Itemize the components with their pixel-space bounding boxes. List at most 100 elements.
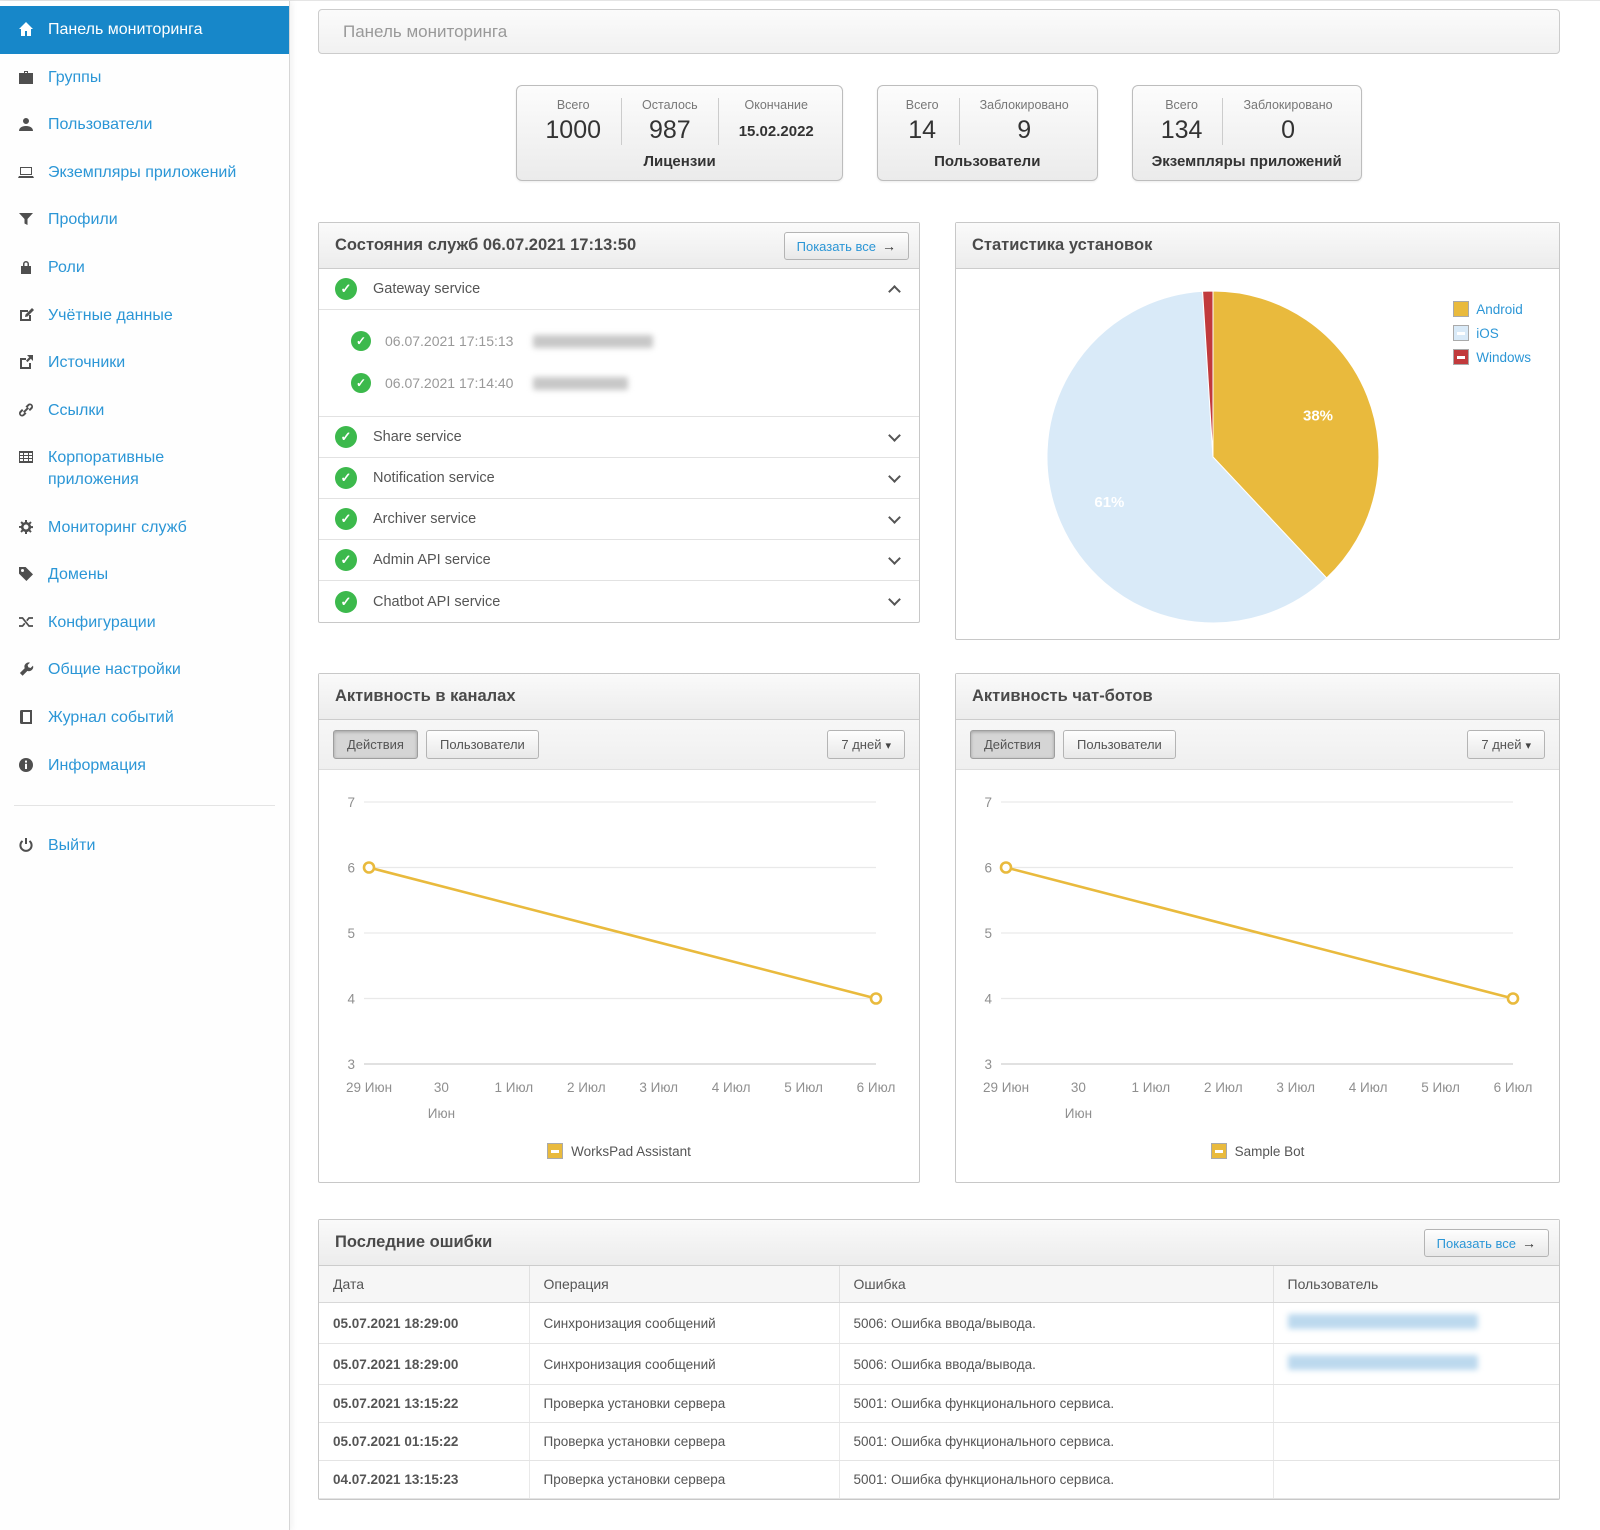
sidebar-item-label: Корпоративные приложения: [48, 447, 248, 490]
chart-legend: WorksPad Assistant: [319, 1143, 919, 1159]
table-row: 05.07.2021 13:15:22 Проверка установки с…: [319, 1385, 1559, 1423]
sidebar-item-corporate-apps[interactable]: Корпоративные приложения: [0, 434, 289, 503]
laptop-icon: [18, 164, 34, 180]
table-header-row: Дата Операция Ошибка Пользователь: [319, 1266, 1559, 1303]
service-row-notification[interactable]: ✓ Notification service: [319, 458, 919, 499]
error-date-link[interactable]: 04.07.2021 13:15:23: [319, 1461, 529, 1499]
arrow-right-icon: →: [1522, 1235, 1536, 1251]
error-message: 5001: Ошибка функционального сервиса.: [839, 1461, 1273, 1499]
home-icon: [18, 21, 34, 37]
sidebar-item-label: Источники: [48, 352, 125, 374]
sidebar-item-logout[interactable]: Выйти: [0, 822, 289, 870]
entry-time: 06.07.2021 17:15:13: [385, 333, 513, 349]
svg-text:4: 4: [347, 992, 355, 1007]
sidebar-item-general-settings[interactable]: Общие настройки: [0, 646, 289, 694]
edit-icon: [18, 307, 34, 323]
metric-label: Всего: [906, 98, 939, 112]
sidebar-item-app-instances[interactable]: Экземпляры приложений: [0, 149, 289, 197]
sidebar-item-users[interactable]: Пользователи: [0, 101, 289, 149]
period-dropdown[interactable]: 7 дней▾: [1467, 730, 1545, 759]
metric-value: 15.02.2022: [739, 116, 814, 140]
sidebar-item-information[interactable]: Информация: [0, 742, 289, 790]
panel-title: Последние ошибки: [335, 1233, 492, 1252]
table-row: 05.07.2021 18:29:00 Синхронизация сообще…: [319, 1344, 1559, 1385]
show-all-errors-button[interactable]: Показать все→: [1424, 1229, 1549, 1257]
error-user: [1273, 1423, 1559, 1461]
legend-swatch: [547, 1143, 563, 1159]
redacted-host: [533, 377, 628, 390]
legend-label: WorksPad Assistant: [571, 1144, 691, 1159]
metric-label: Осталось: [642, 98, 698, 112]
service-row-share[interactable]: ✓ Share service: [319, 417, 919, 458]
service-row-admin-api[interactable]: ✓ Admin API service: [319, 540, 919, 581]
recent-errors-panel: Последние ошибки Показать все→ Дата Опер…: [318, 1219, 1560, 1500]
sidebar-item-links[interactable]: Ссылки: [0, 387, 289, 435]
service-row-gateway[interactable]: ✓ Gateway service: [319, 269, 919, 310]
wrench-icon: [18, 661, 34, 677]
error-date-link[interactable]: 05.07.2021 13:15:22: [319, 1385, 529, 1423]
service-name: Notification service: [373, 470, 890, 486]
svg-text:3: 3: [347, 1057, 355, 1072]
error-user: [1273, 1385, 1559, 1423]
error-date-link[interactable]: 05.07.2021 01:15:22: [319, 1423, 529, 1461]
legend-item-windows: Windows: [1453, 349, 1531, 365]
service-row-chatbot-api[interactable]: ✓ Chatbot API service: [319, 581, 919, 622]
metric-label: Заблокировано: [1243, 98, 1332, 112]
stat-card-title: Экземпляры приложений: [1141, 153, 1353, 170]
export-icon: [18, 354, 34, 370]
column-header-user: Пользователь: [1273, 1266, 1559, 1303]
svg-text:6 Июл: 6 Июл: [1494, 1080, 1533, 1095]
sidebar-item-domains[interactable]: Домены: [0, 551, 289, 599]
sidebar-item-label: Экземпляры приложений: [48, 162, 236, 184]
metric-label: Всего: [545, 98, 601, 112]
metric-value: 9: [980, 116, 1069, 145]
sidebar-item-credentials[interactable]: Учётные данные: [0, 292, 289, 340]
show-all-services-button[interactable]: Показать все→: [784, 232, 909, 260]
error-operation: Проверка установки сервера: [529, 1461, 839, 1499]
legend-item-ios: iOS: [1453, 325, 1531, 341]
svg-text:5: 5: [347, 926, 355, 941]
sidebar-item-service-monitoring[interactable]: Мониторинг служб: [0, 504, 289, 552]
metric-label: Заблокировано: [980, 98, 1069, 112]
svg-text:6: 6: [347, 861, 355, 876]
users-toggle-button[interactable]: Пользователи: [426, 730, 539, 759]
svg-text:3 Июл: 3 Июл: [639, 1080, 678, 1095]
error-date-link[interactable]: 05.07.2021 18:29:00: [319, 1303, 529, 1344]
error-operation: Синхронизация сообщений: [529, 1344, 839, 1385]
shuffle-icon: [18, 614, 34, 630]
journal-icon: [18, 709, 34, 725]
user-icon: [18, 116, 34, 132]
sidebar: Панель мониторинга Группы Пользователи Э…: [0, 1, 290, 1530]
actions-toggle-button[interactable]: Действия: [333, 730, 418, 759]
stat-card-app-instances: Всего134 Заблокировано0 Экземпляры прило…: [1132, 85, 1362, 181]
channel-activity-line-chart: 7654329 Июн30Июн1 Июл2 Июл3 Июл4 Июл5 Ию…: [319, 770, 919, 1130]
actions-toggle-button[interactable]: Действия: [970, 730, 1055, 759]
info-icon: [18, 757, 34, 773]
service-name: Share service: [373, 429, 890, 445]
svg-text:30: 30: [434, 1080, 449, 1095]
error-user: [1273, 1461, 1559, 1499]
chatbot-activity-toolbar: Действия Пользователи 7 дней▾: [956, 720, 1559, 770]
column-header-operation: Операция: [529, 1266, 839, 1303]
sidebar-item-sources[interactable]: Источники: [0, 339, 289, 387]
users-toggle-button[interactable]: Пользователи: [1063, 730, 1176, 759]
page-title: Панель мониторинга: [343, 22, 507, 42]
filter-icon: [18, 211, 34, 227]
sidebar-item-dashboard[interactable]: Панель мониторинга: [0, 6, 289, 54]
sidebar-item-profiles[interactable]: Профили: [0, 196, 289, 244]
chatbot-activity-panel: Активность чат-ботов Действия Пользовате…: [955, 673, 1560, 1183]
period-dropdown[interactable]: 7 дней▾: [827, 730, 905, 759]
error-user: [1273, 1303, 1559, 1344]
sidebar-item-groups[interactable]: Группы: [0, 54, 289, 102]
sidebar-item-configurations[interactable]: Конфигурации: [0, 599, 289, 647]
chevron-down-icon: [888, 470, 901, 483]
sidebar-item-event-log[interactable]: Журнал событий: [0, 694, 289, 742]
error-date-link[interactable]: 05.07.2021 18:29:00: [319, 1344, 529, 1385]
sidebar-item-label: Информация: [48, 755, 146, 777]
sidebar-item-roles[interactable]: Роли: [0, 244, 289, 292]
sidebar-item-label: Учётные данные: [48, 305, 173, 327]
sidebar-item-label: Конфигурации: [48, 612, 156, 634]
service-row-archiver[interactable]: ✓ Archiver service: [319, 499, 919, 540]
legend-swatch: [1453, 301, 1469, 317]
stat-card-users: Всего14 Заблокировано9 Пользователи: [877, 85, 1098, 181]
